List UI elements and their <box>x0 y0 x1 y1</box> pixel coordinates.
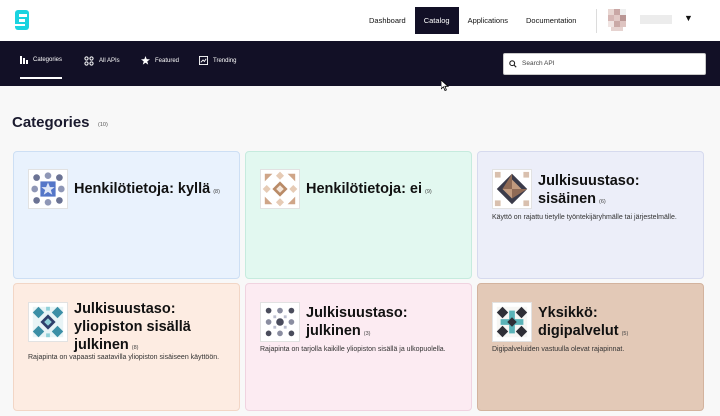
tab-featured[interactable]: Featured <box>141 56 179 65</box>
pattern-brown-diamond-icon <box>492 169 532 209</box>
active-tab-underline <box>20 77 63 79</box>
card-description: Digipalveluiden vastuulla olevat rajapin… <box>492 346 625 353</box>
search-input[interactable]: Search API <box>503 53 706 75</box>
nav-documentation[interactable]: Documentation <box>517 7 585 34</box>
card-title[interactable]: Henkilötietoja: kyllä (8) <box>74 180 220 201</box>
user-name-placeholder[interactable] <box>640 15 672 24</box>
category-card[interactable]: Henkilötietoja: kyllä (8) <box>13 151 240 279</box>
card-title[interactable]: Julkisuustaso: sisäinen (6) <box>538 172 688 211</box>
trending-icon <box>199 56 208 65</box>
categories-icon <box>20 56 28 64</box>
tab-all-apis-label: All APIs <box>99 58 120 64</box>
tab-trending-label: Trending <box>213 57 237 64</box>
page-title: Categories <box>12 114 90 131</box>
all-apis-icon <box>84 56 94 66</box>
nav-divider <box>596 9 597 33</box>
nav-dashboard[interactable]: Dashboard <box>360 7 415 34</box>
categories-count: (10) <box>98 122 108 128</box>
nav-applications[interactable]: Applications <box>459 7 517 34</box>
card-description: Käyttö on rajattu tietylle työntekijäryh… <box>492 214 677 221</box>
pattern-dots-icon <box>260 302 300 342</box>
tab-featured-label: Featured <box>155 57 180 64</box>
catalog-subnav: Categories All APIs Featured Trending Se… <box>0 41 720 86</box>
nav-catalog[interactable]: Catalog <box>414 7 459 34</box>
category-card[interactable]: Henkilötietoja: ei (9) <box>245 151 472 279</box>
logo-icon[interactable] <box>12 8 32 32</box>
search-icon <box>509 60 517 68</box>
card-title[interactable]: Julkisuustaso: julkinen (3) <box>306 304 456 343</box>
featured-icon <box>141 56 150 65</box>
tab-categories-label: Categories <box>33 57 63 63</box>
search-placeholder: Search API <box>522 60 555 67</box>
category-card[interactable]: Julkisuustaso: yliopiston sisällä julkin… <box>13 283 240 411</box>
top-navbar: Dashboard Catalog Applications Documenta… <box>0 0 720 41</box>
pattern-teal-grid-icon <box>28 302 68 342</box>
pattern-cross-icon <box>492 302 532 342</box>
card-title[interactable]: Henkilötietoja: ei (9) <box>306 180 432 201</box>
avatar[interactable] <box>608 9 626 31</box>
tab-all-apis[interactable]: All APIs <box>84 56 120 66</box>
tab-trending[interactable]: Trending <box>199 56 236 65</box>
chevron-down-icon[interactable]: ▼ <box>684 13 693 23</box>
category-card[interactable]: Yksikkö: digipalvelut (5) Digipalveluiden… <box>477 283 704 411</box>
pattern-blue-star-icon <box>28 169 68 209</box>
card-description: Rajapinta on tarjolla kaikille yliopisto… <box>260 346 446 353</box>
pattern-tan-pinwheel-icon <box>260 169 300 209</box>
card-title[interactable]: Yksikkö: digipalvelut (5) <box>538 304 688 343</box>
category-card[interactable]: Julkisuustaso: julkinen (3) Rajapinta on … <box>245 283 472 411</box>
tab-categories[interactable]: Categories <box>20 56 63 79</box>
card-title[interactable]: Julkisuustaso: yliopiston sisällä julkin… <box>74 300 224 357</box>
category-card[interactable]: Julkisuustaso: sisäinen (6) Käyttö on raj… <box>477 151 704 279</box>
main-nav: Dashboard Catalog Applications Documenta… <box>360 7 585 34</box>
card-description: Rajapinta on vapaasti saatavilla yliopis… <box>28 354 220 361</box>
mouse-cursor-icon <box>441 80 449 91</box>
